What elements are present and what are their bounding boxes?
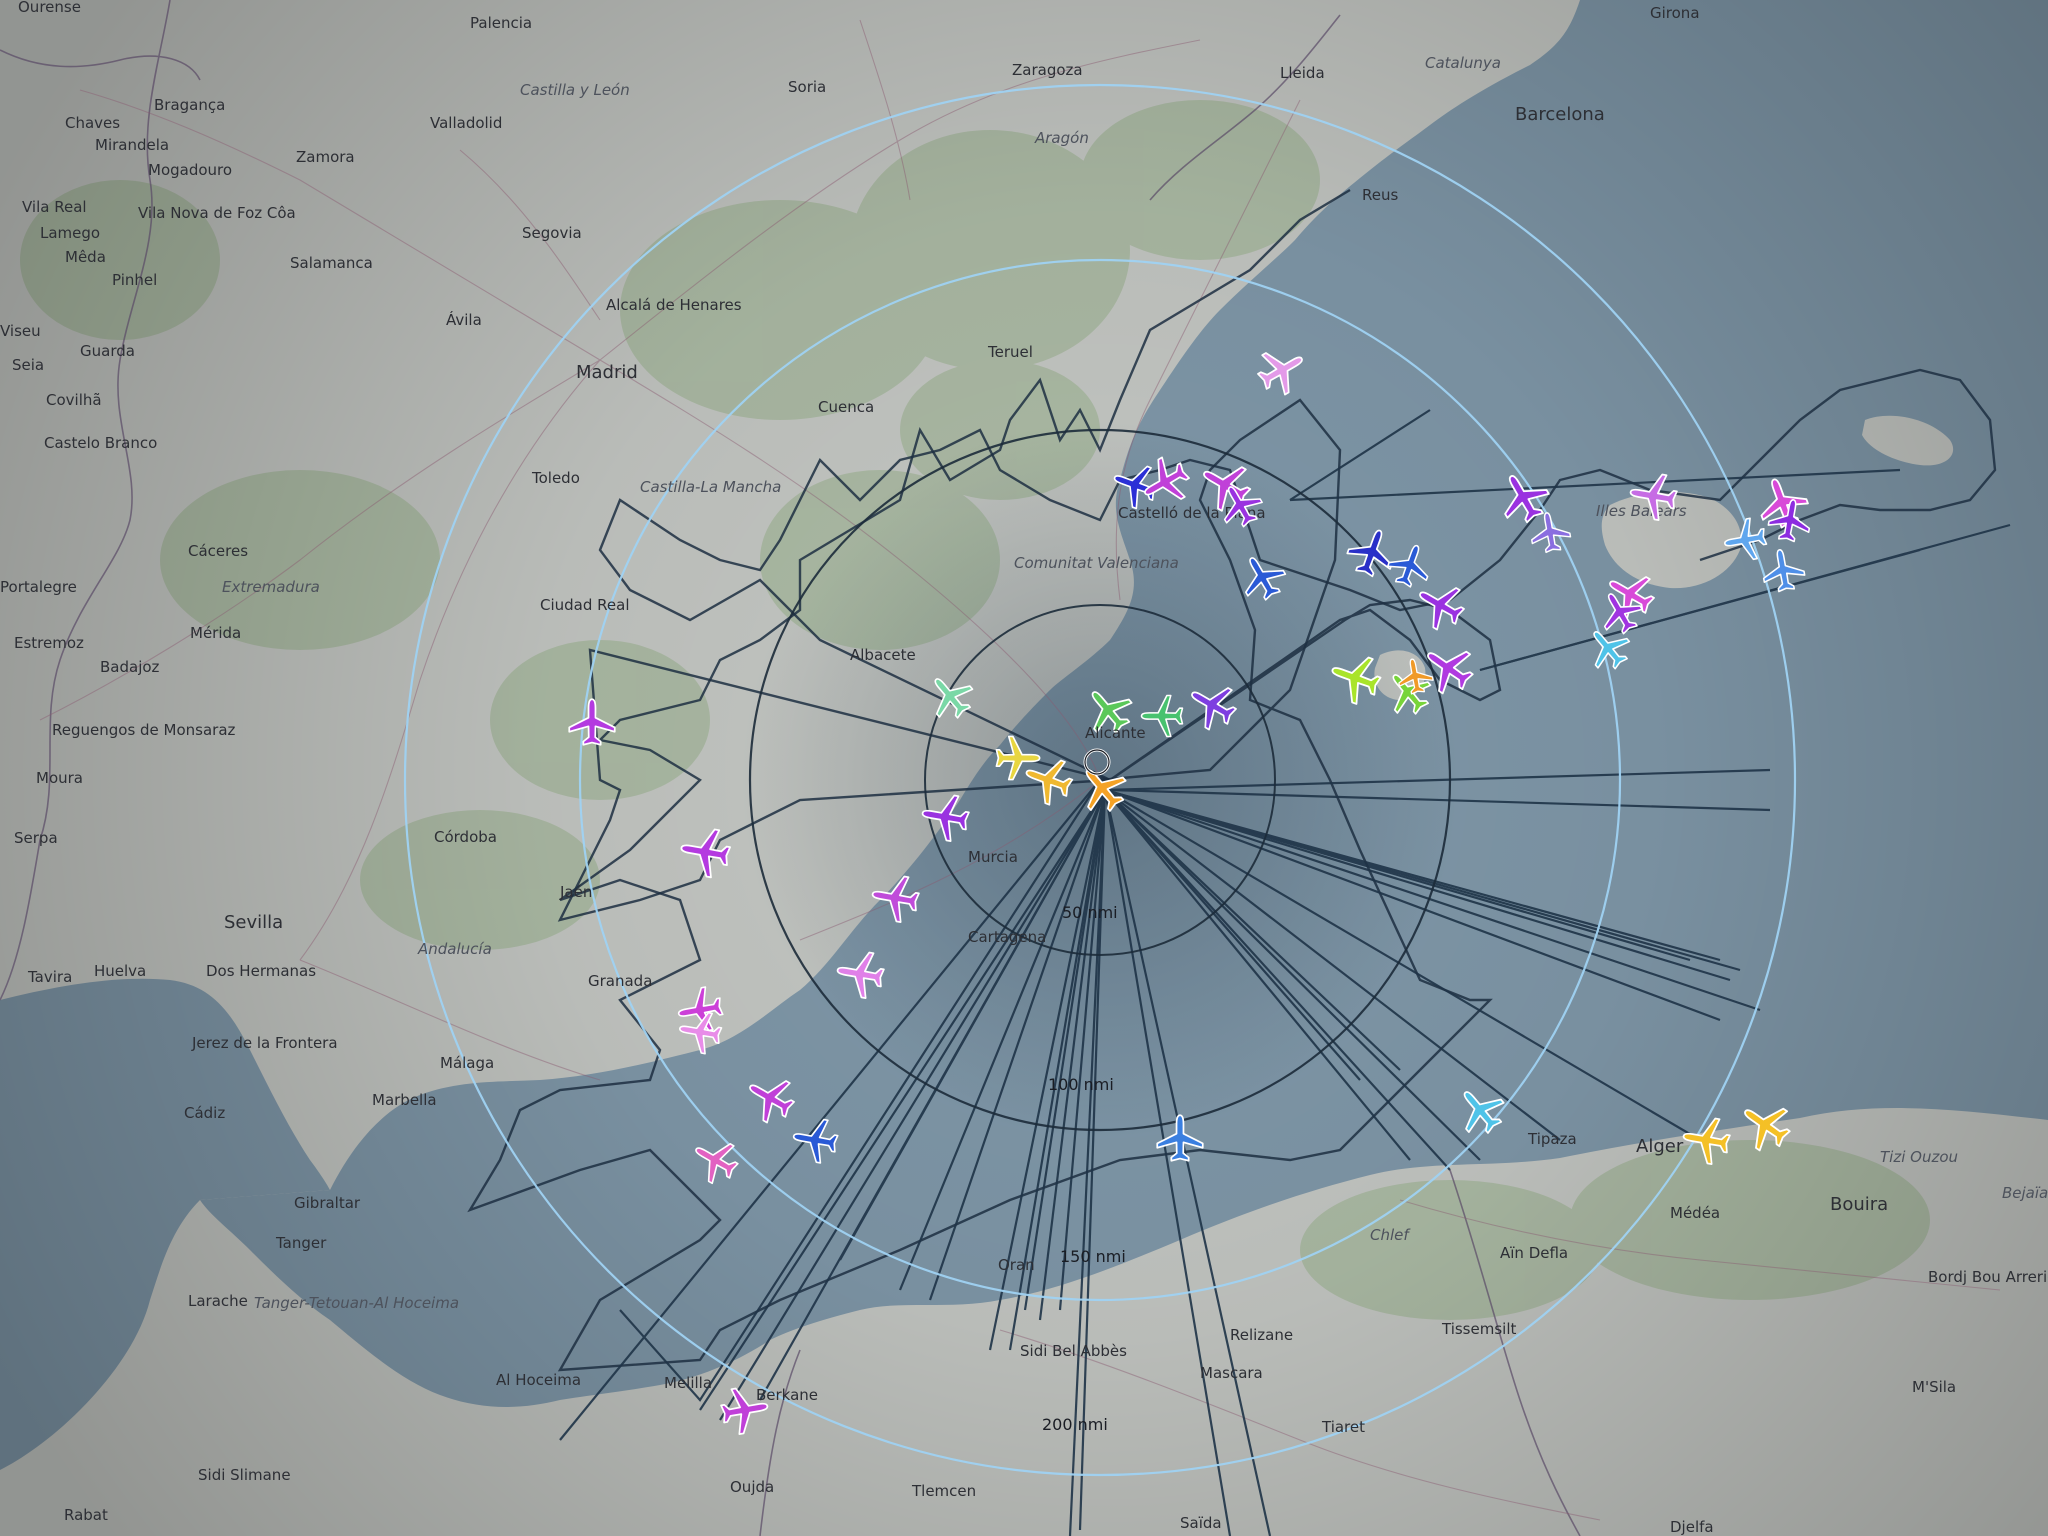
svg-text:Pinhel: Pinhel (112, 271, 157, 289)
svg-text:Mirandela: Mirandela (95, 136, 169, 154)
svg-text:Barcelona: Barcelona (1515, 104, 1605, 125)
svg-text:Castilla-La Mancha: Castilla-La Mancha (640, 478, 781, 496)
svg-text:Jaén: Jaén (559, 883, 592, 901)
svg-text:Salamanca: Salamanca (290, 254, 373, 272)
svg-text:Oran: Oran (998, 1256, 1035, 1274)
svg-text:Palencia: Palencia (470, 14, 532, 32)
svg-text:Tissemsilt: Tissemsilt (1441, 1320, 1516, 1338)
svg-text:Mérida: Mérida (190, 624, 241, 642)
svg-text:Tanger-Tetouan-Al Hoceima: Tanger-Tetouan-Al Hoceima (254, 1294, 459, 1312)
svg-text:Chlef: Chlef (1370, 1226, 1411, 1244)
svg-text:Tizi Ouzou: Tizi Ouzou (1880, 1148, 1958, 1166)
svg-text:Saïda: Saïda (1180, 1514, 1222, 1532)
svg-text:Reguengos de Monsaraz: Reguengos de Monsaraz (52, 721, 236, 739)
svg-text:Tavira: Tavira (27, 968, 72, 986)
svg-text:Djelfa: Djelfa (1670, 1518, 1714, 1536)
svg-text:Rabat: Rabat (64, 1506, 108, 1524)
svg-text:Extremadura: Extremadura (222, 578, 320, 596)
svg-text:Sidi Bel Abbès: Sidi Bel Abbès (1020, 1342, 1127, 1360)
svg-text:Sevilla: Sevilla (224, 912, 283, 933)
svg-text:Huelva: Huelva (94, 962, 146, 980)
svg-text:Vila Real: Vila Real (22, 198, 87, 216)
svg-text:Ciudad Real: Ciudad Real (540, 596, 630, 614)
svg-text:Ourense: Ourense (18, 0, 81, 16)
svg-text:Castilla y León: Castilla y León (520, 81, 630, 99)
svg-text:M'Sila: M'Sila (1912, 1378, 1956, 1396)
svg-text:Teruel: Teruel (987, 343, 1033, 361)
svg-text:Chaves: Chaves (65, 114, 120, 132)
svg-text:Catalunya: Catalunya (1425, 54, 1501, 72)
svg-text:Al Hoceima: Al Hoceima (496, 1371, 581, 1389)
svg-text:Melilla: Melilla (664, 1374, 712, 1392)
svg-text:Murcia: Murcia (968, 848, 1018, 866)
svg-text:Moura: Moura (36, 769, 83, 787)
svg-text:Gibraltar: Gibraltar (294, 1194, 361, 1212)
range-label-50: 50 nmi (1062, 903, 1118, 922)
svg-text:Covilhã: Covilhã (46, 391, 102, 409)
svg-text:Viseu: Viseu (0, 322, 41, 340)
svg-text:Granada: Granada (588, 972, 652, 990)
svg-text:Lamego: Lamego (40, 224, 100, 242)
svg-text:Madrid: Madrid (576, 362, 638, 383)
svg-text:Tipaza: Tipaza (1527, 1130, 1577, 1148)
svg-text:Tanger: Tanger (275, 1234, 327, 1252)
svg-text:Bouira: Bouira (1830, 1194, 1888, 1215)
svg-text:Oujda: Oujda (730, 1478, 774, 1496)
svg-text:Cádiz: Cádiz (184, 1104, 225, 1122)
svg-text:Berkane: Berkane (756, 1386, 818, 1404)
svg-text:Bejaïa: Bejaïa (2002, 1184, 2048, 1202)
svg-text:Estremoz: Estremoz (14, 634, 84, 652)
svg-text:Reus: Reus (1362, 186, 1398, 204)
flight-radar-map[interactable]: 50 nmi 100 nmi 150 nmi 200 nmi Ourense P… (0, 0, 2048, 1536)
svg-text:Albacete: Albacete (850, 646, 916, 664)
svg-text:Comunitat Valenciana: Comunitat Valenciana (1014, 554, 1179, 572)
svg-text:Mêda: Mêda (65, 248, 106, 266)
svg-text:Toledo: Toledo (531, 469, 580, 487)
svg-text:Castelo Branco: Castelo Branco (44, 434, 157, 452)
svg-text:Cáceres: Cáceres (188, 542, 248, 560)
svg-text:Málaga: Málaga (440, 1054, 494, 1072)
svg-text:Tiaret: Tiaret (1321, 1418, 1365, 1436)
svg-text:Girona: Girona (1650, 4, 1700, 22)
svg-text:Tlemcen: Tlemcen (911, 1482, 976, 1500)
svg-text:Cuenca: Cuenca (818, 398, 874, 416)
svg-text:Alcalá de Henares: Alcalá de Henares (606, 296, 742, 314)
svg-text:Córdoba: Córdoba (434, 828, 497, 846)
svg-text:Alger: Alger (1636, 1136, 1684, 1157)
svg-text:Badajoz: Badajoz (100, 658, 160, 676)
svg-text:Mascara: Mascara (1200, 1364, 1263, 1382)
svg-text:Soria: Soria (788, 78, 826, 96)
svg-text:Mogadouro: Mogadouro (148, 161, 232, 179)
range-label-200: 200 nmi (1042, 1415, 1108, 1434)
receiver-label: Alicante (1085, 724, 1146, 742)
svg-text:Jerez de la Frontera: Jerez de la Frontera (191, 1034, 338, 1052)
svg-text:Aïn Defla: Aïn Defla (1500, 1244, 1568, 1262)
svg-text:Aragón: Aragón (1034, 129, 1089, 147)
range-label-150: 150 nmi (1060, 1247, 1126, 1266)
svg-text:Seia: Seia (12, 356, 44, 374)
svg-text:Portalegre: Portalegre (0, 578, 77, 596)
svg-text:Dos Hermanas: Dos Hermanas (206, 962, 316, 980)
svg-text:Relizane: Relizane (1230, 1326, 1293, 1344)
svg-text:Bragança: Bragança (154, 96, 225, 114)
svg-text:Cartagena: Cartagena (968, 928, 1046, 946)
svg-text:Médéa: Médéa (1670, 1204, 1720, 1222)
svg-text:Lleida: Lleida (1280, 64, 1325, 82)
svg-text:Guarda: Guarda (80, 342, 135, 360)
svg-text:Zaragoza: Zaragoza (1012, 61, 1083, 79)
range-label-100: 100 nmi (1048, 1075, 1114, 1094)
svg-text:Valladolid: Valladolid (430, 114, 502, 132)
svg-text:Andalucía: Andalucía (417, 940, 492, 958)
svg-text:Vila Nova de Foz Côa: Vila Nova de Foz Côa (138, 204, 296, 222)
svg-text:Larache: Larache (188, 1292, 248, 1310)
svg-text:Sidi Slimane: Sidi Slimane (198, 1466, 291, 1484)
svg-text:Bordj Bou Arreridj: Bordj Bou Arreridj (1928, 1268, 2048, 1286)
svg-text:Ávila: Ávila (446, 310, 482, 329)
svg-text:Marbella: Marbella (372, 1091, 437, 1109)
svg-text:Segovia: Segovia (522, 224, 582, 242)
svg-text:Serpa: Serpa (14, 829, 58, 847)
svg-text:Zamora: Zamora (296, 148, 355, 166)
